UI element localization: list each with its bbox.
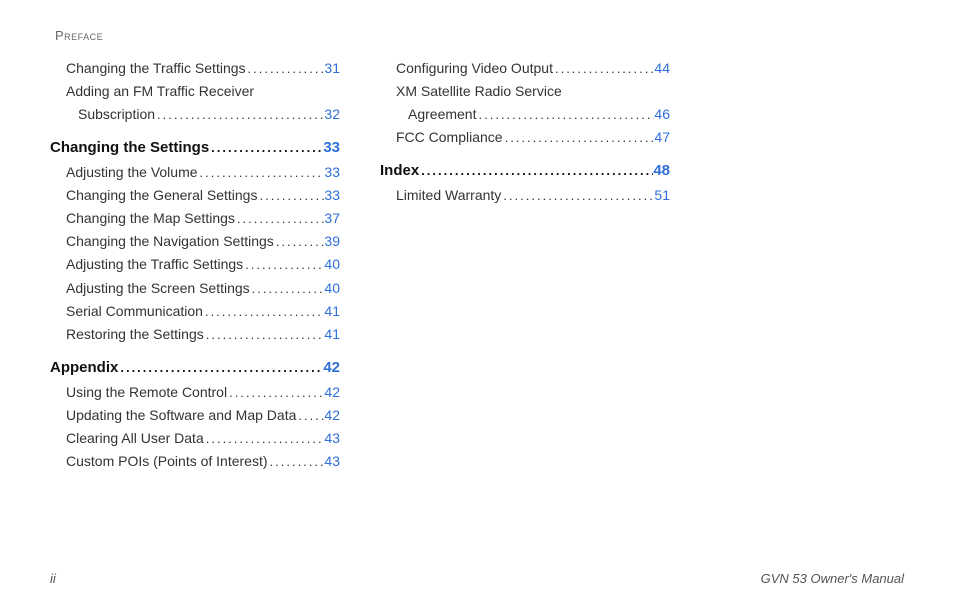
toc-label: FCC Compliance — [396, 126, 503, 149]
toc-label: XM Satellite Radio Service — [396, 80, 562, 103]
toc-page-number[interactable]: 32 — [324, 103, 340, 126]
toc-columns: Changing the Traffic Settings 31 Adding an… — [50, 51, 904, 473]
toc-entry[interactable]: Adjusting the Traffic Settings 40 — [50, 253, 340, 276]
toc-entry[interactable]: FCC Compliance 47 — [380, 126, 670, 149]
toc-section-heading[interactable]: Changing the Settings 33 — [50, 136, 340, 161]
toc-dots — [118, 357, 323, 378]
toc-page-number[interactable]: 31 — [324, 57, 340, 80]
toc-dots — [296, 405, 324, 426]
toc-page-number[interactable]: 42 — [324, 404, 340, 427]
toc-dots — [501, 185, 654, 206]
toc-entry[interactable]: Restoring the Settings 41 — [50, 323, 340, 346]
toc-column-1: Changing the Traffic Settings 31 Adding an… — [50, 57, 340, 473]
toc-column-2: Configuring Video Output 44 XM Satellite R… — [380, 57, 670, 473]
toc-dots — [209, 137, 323, 158]
toc-entry[interactable]: XM Satellite Radio Service — [380, 80, 670, 103]
toc-page-number[interactable]: 48 — [653, 159, 670, 184]
toc-label: Agreement — [408, 103, 476, 126]
toc-entry[interactable]: Adding an FM Traffic Receiver — [50, 80, 340, 103]
toc-entry[interactable]: Changing the General Settings 33 — [50, 184, 340, 207]
toc-page-number[interactable]: 37 — [324, 207, 340, 230]
toc-label: Adjusting the Screen Settings — [66, 277, 250, 300]
toc-dots — [553, 58, 654, 79]
toc-label: Index — [380, 159, 419, 184]
toc-page-number[interactable]: 40 — [324, 277, 340, 300]
toc-dots — [268, 451, 325, 472]
toc-page-number[interactable]: 39 — [324, 230, 340, 253]
toc-entry[interactable]: Adjusting the Volume 33 — [50, 161, 340, 184]
toc-entry[interactable]: Using the Remote Control 42 — [50, 381, 340, 404]
toc-dots — [476, 104, 654, 125]
toc-label: Restoring the Settings — [66, 323, 204, 346]
toc-entry[interactable]: Adjusting the Screen Settings 40 — [50, 277, 340, 300]
toc-section-heading[interactable]: Appendix 42 — [50, 356, 340, 381]
toc-dots — [204, 324, 325, 345]
toc-dots — [274, 231, 325, 252]
toc-label: Adjusting the Traffic Settings — [66, 253, 243, 276]
toc-dots — [246, 58, 325, 79]
toc-dots — [257, 185, 324, 206]
toc-page-number[interactable]: 41 — [324, 300, 340, 323]
toc-entry[interactable]: Clearing All User Data 43 — [50, 427, 340, 450]
toc-dots — [155, 104, 324, 125]
toc-dots — [503, 127, 655, 148]
toc-label: Custom POIs (Points of Interest) — [66, 450, 268, 473]
toc-label: Changing the Traffic Settings — [66, 57, 246, 80]
toc-label: Using the Remote Control — [66, 381, 227, 404]
toc-label: Changing the Navigation Settings — [66, 230, 274, 253]
toc-label: Clearing All User Data — [66, 427, 204, 450]
toc-label: Adjusting the Volume — [66, 161, 198, 184]
toc-label: Changing the Map Settings — [66, 207, 235, 230]
toc-dots — [235, 208, 325, 229]
toc-entry[interactable]: Configuring Video Output 44 — [380, 57, 670, 80]
toc-page-number[interactable]: 42 — [324, 381, 340, 404]
toc-dots — [203, 301, 324, 322]
toc-page-number[interactable]: 33 — [324, 184, 340, 207]
toc-entry[interactable]: Custom POIs (Points of Interest) 43 — [50, 450, 340, 473]
toc-entry[interactable]: Updating the Software and Map Data 42 — [50, 404, 340, 427]
toc-page-number[interactable]: 44 — [654, 57, 670, 80]
toc-label: Limited Warranty — [396, 184, 501, 207]
toc-dots — [419, 160, 653, 181]
footer-manual-title: GVN 53 Owner's Manual — [761, 571, 904, 586]
toc-page-number[interactable]: 47 — [654, 126, 670, 149]
page-footer: ii GVN 53 Owner's Manual — [50, 571, 904, 586]
toc-dots — [250, 278, 325, 299]
toc-page-number[interactable]: 33 — [323, 136, 340, 161]
preface-header: Preface — [50, 28, 904, 43]
footer-page-number: ii — [50, 571, 56, 586]
toc-page-number[interactable]: 43 — [324, 427, 340, 450]
toc-entry[interactable]: Subscription 32 — [50, 103, 340, 126]
toc-page-number[interactable]: 33 — [324, 161, 340, 184]
toc-label: Adding an FM Traffic Receiver — [66, 80, 254, 103]
toc-label: Changing the Settings — [50, 136, 209, 161]
toc-dots — [243, 254, 324, 275]
toc-page-number[interactable]: 51 — [654, 184, 670, 207]
toc-page-number[interactable]: 40 — [324, 253, 340, 276]
toc-entry[interactable]: Changing the Map Settings 37 — [50, 207, 340, 230]
toc-label: Updating the Software and Map Data — [66, 404, 296, 427]
toc-entry[interactable]: Changing the Traffic Settings 31 — [50, 57, 340, 80]
toc-entry[interactable]: Limited Warranty 51 — [380, 184, 670, 207]
toc-dots — [204, 428, 325, 449]
toc-page-number[interactable]: 46 — [654, 103, 670, 126]
toc-section-heading[interactable]: Index 48 — [380, 159, 670, 184]
toc-label: Serial Communication — [66, 300, 203, 323]
toc-page-number[interactable]: 42 — [323, 356, 340, 381]
toc-label: Configuring Video Output — [396, 57, 553, 80]
toc-entry[interactable]: Serial Communication 41 — [50, 300, 340, 323]
toc-page-number[interactable]: 43 — [324, 450, 340, 473]
toc-dots — [227, 382, 324, 403]
toc-entry[interactable]: Changing the Navigation Settings 39 — [50, 230, 340, 253]
toc-label: Changing the General Settings — [66, 184, 257, 207]
toc-dots — [198, 162, 325, 183]
toc-label: Appendix — [50, 356, 118, 381]
toc-label: Subscription — [78, 103, 155, 126]
toc-page-number[interactable]: 41 — [324, 323, 340, 346]
toc-entry[interactable]: Agreement 46 — [380, 103, 670, 126]
